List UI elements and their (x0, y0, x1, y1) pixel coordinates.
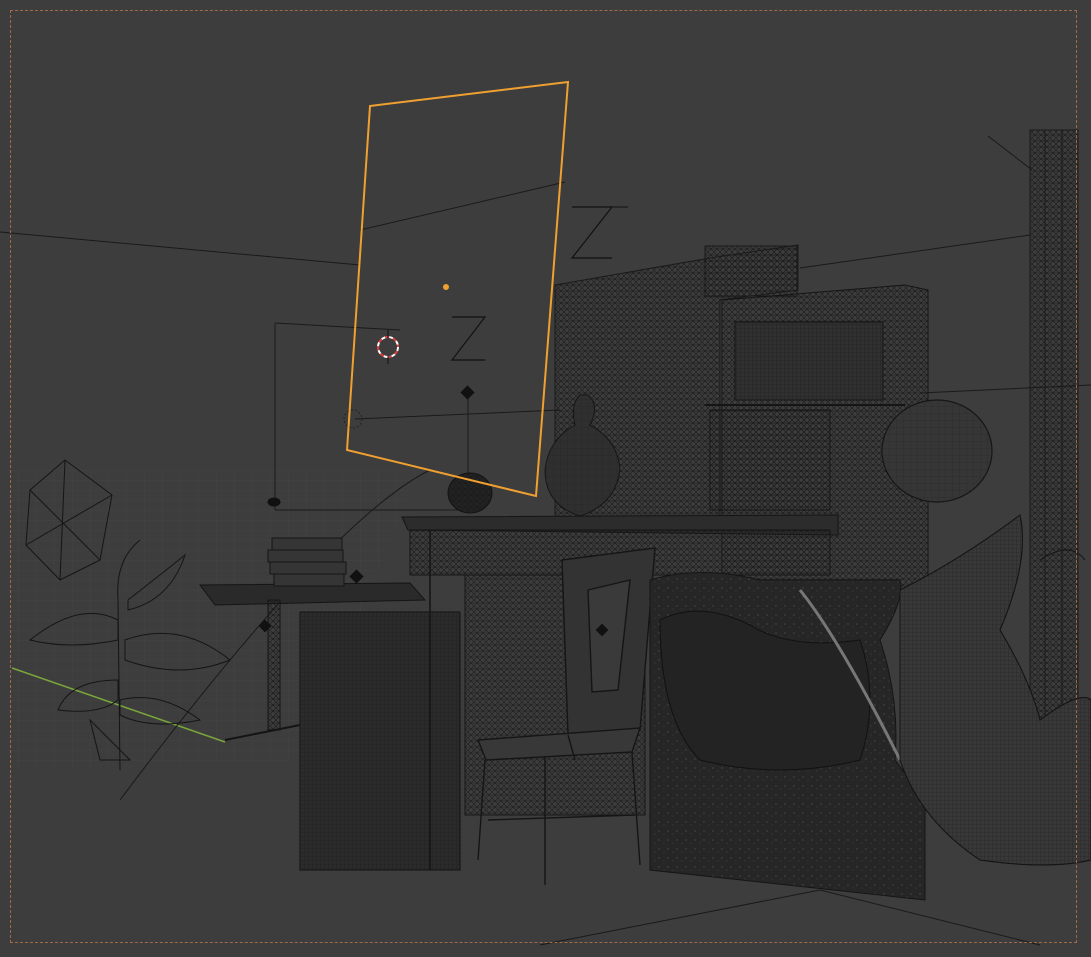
radiator[interactable] (299, 611, 461, 871)
column[interactable] (987, 129, 1079, 721)
sphere[interactable] (881, 399, 993, 503)
scene-wireframe (0, 80, 1091, 946)
3d-viewport[interactable] (0, 0, 1091, 957)
book-stack[interactable] (267, 537, 347, 587)
area-light[interactable] (345, 80, 570, 498)
lion-statue[interactable] (649, 572, 926, 901)
3d-cursor[interactable] (377, 330, 399, 364)
